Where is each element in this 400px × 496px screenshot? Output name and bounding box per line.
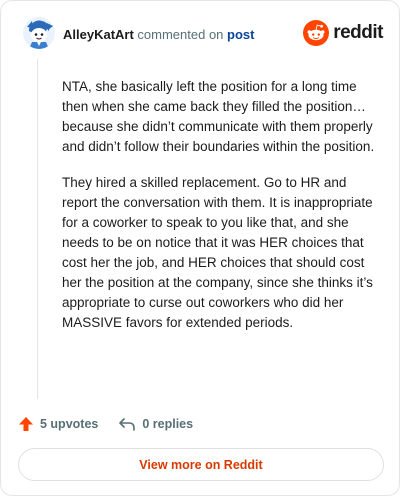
reply-arrow-icon [119, 418, 136, 431]
reply-count: 0 replies [142, 417, 194, 431]
comment-actions: 5 upvotes 0 replies [18, 413, 193, 435]
replies-button[interactable]: 0 replies [118, 416, 193, 432]
commented-on-text: commented on [137, 27, 224, 42]
comment-paragraph: They hired a skilled replacement. Go to … [62, 175, 373, 330]
comment-body: NTA, she basically left the position for… [62, 77, 382, 349]
comment-embed-card: AlleyKatArt commented on post reddit NTA… [0, 0, 400, 496]
reddit-wordmark: reddit [333, 22, 383, 43]
upvote-count: 5 upvotes [40, 417, 99, 431]
user-avatar[interactable] [23, 17, 55, 49]
upvote-button[interactable]: 5 upvotes [18, 416, 98, 432]
upvote-arrow-icon [19, 417, 33, 431]
view-more-button[interactable]: View more on Reddit [18, 448, 384, 481]
comment-header: AlleyKatArt commented on post reddit [21, 17, 383, 51]
snoo-avatar-icon [23, 17, 55, 49]
reddit-logo-icon [303, 20, 330, 46]
author-line: AlleyKatArt commented on post [63, 27, 255, 43]
author-name[interactable]: AlleyKatArt [63, 27, 134, 42]
comment-paragraph: NTA, she basically left the position for… [62, 79, 375, 154]
post-link[interactable]: post [227, 27, 254, 42]
thread-line [37, 59, 38, 399]
reddit-brand[interactable]: reddit [303, 19, 383, 47]
